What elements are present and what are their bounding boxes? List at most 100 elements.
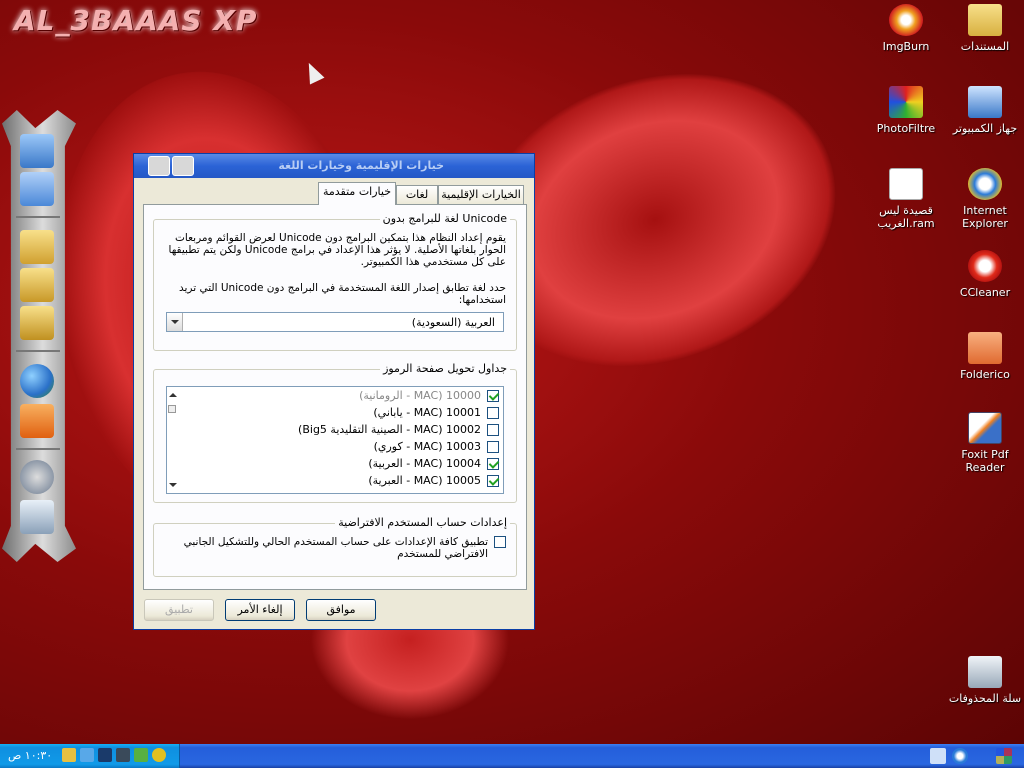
clock[interactable]: ١٠:٣٠ ص: [8, 749, 52, 762]
gear-icon[interactable]: [20, 460, 54, 494]
arrow-icon[interactable]: [98, 748, 112, 762]
list-item-label: 10004 (MAC - العربية): [368, 457, 481, 470]
tab-languages[interactable]: لغات: [396, 185, 438, 204]
desktop-icon-documents[interactable]: المستندات: [945, 4, 1024, 53]
key-icon[interactable]: [62, 748, 76, 762]
smiley-icon[interactable]: [152, 748, 166, 762]
list-item[interactable]: 10000 (MAC - الرومانية): [179, 388, 499, 405]
default-user-group: إعدادات حساب المستخدم الافتراضية تطبيق ك…: [153, 516, 517, 577]
checkbox[interactable]: [487, 424, 499, 436]
group-title: إعدادات حساب المستخدم الافتراضية: [335, 516, 510, 529]
desktop-icon-foxit[interactable]: Foxit Pdf Reader: [945, 412, 1024, 474]
desktop-icon-ram-file[interactable]: قصيدة ليس الغريب.ram: [866, 168, 946, 230]
checkbox[interactable]: [487, 390, 499, 402]
dock-divider: [16, 216, 60, 218]
quick-launch: [914, 744, 1024, 768]
codepage-group: جداول تحويل صفحة الرموز 10000 (MAC - الر…: [153, 362, 517, 503]
apply-button[interactable]: تطبيق: [144, 599, 214, 621]
network-tray-icon[interactable]: [80, 748, 94, 762]
dock-divider: [16, 448, 60, 450]
security-icon[interactable]: [134, 748, 148, 762]
list-item-label: 10003 (MAC - كوري): [373, 440, 481, 453]
regional-options-dialog: خيارات الإقليمية وخيارات اللغة الخيارات …: [133, 153, 535, 630]
tab-regional-options[interactable]: الخيارات الإقليمية: [438, 185, 524, 204]
windows-logo-icon[interactable]: [996, 748, 1012, 764]
desktop-icon-label: PhotoFiltre: [876, 122, 936, 135]
scroll-thumb[interactable]: [168, 405, 176, 413]
desktop-icon-internet-explorer[interactable]: Internet Explorer: [945, 168, 1024, 230]
globe-icon[interactable]: [20, 364, 54, 398]
list-item[interactable]: 10004 (MAC - العربية): [179, 456, 499, 473]
chevron-down-icon[interactable]: [167, 313, 183, 331]
system-tray: ١٠:٣٠ ص: [0, 744, 180, 768]
folderico-icon: [968, 332, 1002, 364]
language-select-value: العربية (السعودية): [411, 316, 495, 329]
network-icon[interactable]: [20, 172, 54, 206]
music-folder-icon[interactable]: [20, 306, 54, 340]
list-item[interactable]: 10005 (MAC - العبرية): [179, 473, 499, 490]
list-item[interactable]: 10003 (MAC - كوري): [179, 439, 499, 456]
desktop-icon-label: ImgBurn: [882, 40, 930, 53]
photofiltre-icon: [889, 86, 923, 118]
dialog-title: خيارات الإقليمية وخيارات اللغة: [278, 159, 444, 172]
list-item[interactable]: 10002 (MAC - الصينية التقليدية Big5): [179, 422, 499, 439]
close-button[interactable]: [148, 156, 170, 176]
group-title: جداول تحويل صفحة الرموز: [380, 362, 510, 375]
desktop-icon-label: المستندات: [960, 40, 1010, 53]
recycle-bin-icon[interactable]: [20, 500, 54, 534]
ccleaner-icon: [968, 250, 1002, 282]
unicode-language-group: لغة للبرامج بدون Unicode يقوم إعداد النظ…: [153, 212, 517, 351]
desktop-icon-my-computer[interactable]: جهاز الكمبيوتر: [945, 86, 1024, 135]
advanced-tab-panel: لغة للبرامج بدون Unicode يقوم إعداد النظ…: [143, 204, 527, 590]
documents-folder-icon: [968, 4, 1002, 36]
desktop-watermark: AL_3BAAAS XP: [14, 4, 258, 37]
checkbox[interactable]: [487, 475, 499, 487]
codepage-list[interactable]: 10000 (MAC - الرومانية) 10001 (MAC - ياب…: [166, 386, 504, 494]
ram-file-icon: [889, 168, 923, 200]
device-icon[interactable]: [116, 748, 130, 762]
dialog-titlebar[interactable]: خيارات الإقليمية وخيارات اللغة: [134, 154, 534, 178]
list-item-label: 10000 (MAC - الرومانية): [359, 389, 481, 402]
desktop-icon-label: جهاز الكمبيوتر: [952, 122, 1018, 135]
my-computer-icon: [968, 86, 1002, 118]
language-select[interactable]: العربية (السعودية): [166, 312, 504, 332]
foxit-icon: [968, 412, 1002, 444]
cancel-button[interactable]: إلغاء الأمر: [225, 599, 295, 621]
desktop-icon-folderico[interactable]: Folderico: [945, 332, 1024, 381]
ok-button[interactable]: موافق: [306, 599, 376, 621]
scroll-down-icon[interactable]: [169, 483, 177, 487]
group-title: لغة للبرامج بدون Unicode: [379, 212, 510, 225]
pictures-folder-icon[interactable]: [20, 268, 54, 302]
desktop-icon-label: Foxit Pdf Reader: [961, 448, 1009, 474]
ie-icon[interactable]: [952, 748, 968, 764]
desktop-icon-label: Folderico: [960, 368, 1010, 381]
imgburn-icon: [889, 4, 923, 36]
desktop-icon-imgburn[interactable]: ImgBurn: [866, 4, 946, 53]
scroll-up-icon[interactable]: [169, 393, 177, 397]
desktop-icon-label: CCleaner: [959, 286, 1011, 299]
media-player-icon[interactable]: [20, 404, 54, 438]
dock-divider: [16, 350, 60, 352]
show-desktop-icon[interactable]: [930, 748, 946, 764]
desktop-icon-label: قصيدة ليس الغريب.ram: [877, 204, 935, 230]
monitor-icon[interactable]: [20, 134, 54, 168]
checkbox[interactable]: [487, 458, 499, 470]
desktop-icon-recycle-bin[interactable]: سلة المحذوفات: [945, 656, 1024, 705]
apply-all-checkbox[interactable]: [494, 536, 506, 548]
tab-advanced[interactable]: خيارات متقدمة: [318, 182, 396, 205]
desktop-icon-label: سلة المحذوفات: [948, 692, 1022, 705]
list-scrollbar[interactable]: [167, 387, 179, 493]
apply-all-label: تطبيق كافة الإعدادات على حساب المستخدم ا…: [183, 536, 488, 560]
folder-icon[interactable]: [20, 230, 54, 264]
unicode-prompt: حدد لغة تطابق إصدار اللغة المستخدمة في ا…: [178, 282, 506, 306]
desktop-icon-photofiltre[interactable]: PhotoFiltre: [866, 86, 946, 135]
checkbox[interactable]: [487, 441, 499, 453]
taskbar: ١٠:٣٠ ص: [0, 744, 1024, 768]
checkbox[interactable]: [487, 407, 499, 419]
list-item-label: 10001 (MAC - ياباني): [373, 406, 481, 419]
list-item[interactable]: 10001 (MAC - ياباني): [179, 405, 499, 422]
list-item-label: 10002 (MAC - الصينية التقليدية Big5): [298, 423, 481, 436]
help-button[interactable]: [172, 156, 194, 176]
ie-icon: [968, 168, 1002, 200]
desktop-icon-ccleaner[interactable]: CCleaner: [945, 250, 1024, 299]
